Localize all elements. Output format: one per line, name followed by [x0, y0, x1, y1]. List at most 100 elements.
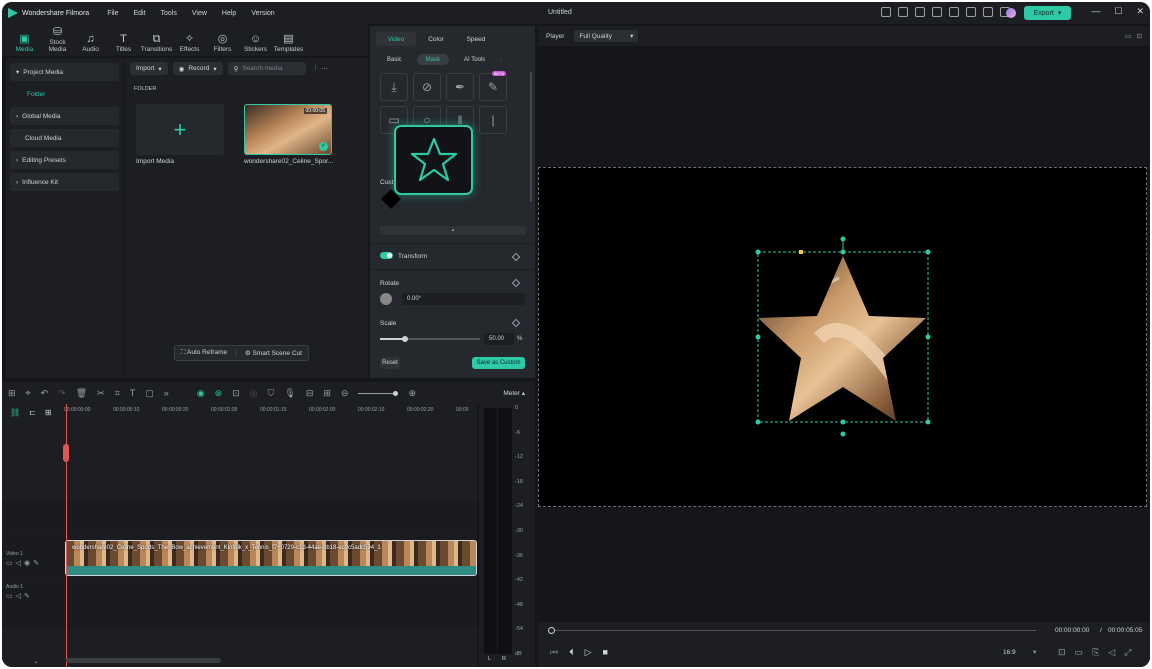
step-back-icon[interactable]: ⏮ — [550, 647, 558, 658]
sidebar-item-global-media[interactable]: › Global Media — [10, 107, 119, 125]
maximize-icon[interactable]: ☐ — [1114, 6, 1122, 17]
save-icon[interactable] — [949, 7, 959, 17]
progress-track[interactable] — [552, 630, 1036, 631]
filter-icon[interactable]: ⫶ — [315, 65, 317, 73]
scrollbar[interactable] — [530, 72, 532, 202]
gift-icon[interactable] — [881, 7, 891, 17]
feedback-icon[interactable] — [915, 7, 925, 17]
tab-templates[interactable]: ▤ Templates — [272, 33, 305, 56]
track-add-icon[interactable]: ⊏ — [29, 408, 36, 417]
record-voice-icon[interactable]: ▢ — [145, 388, 154, 399]
shield-icon[interactable]: ⛉ — [268, 388, 275, 399]
video-clip[interactable]: wondershare02_Celine_Sports_The_Bow_achi… — [65, 540, 477, 576]
link-icon[interactable]: ⊛ — [215, 388, 223, 399]
collapse-toggle[interactable]: ▴ — [380, 226, 526, 235]
mask-single-line[interactable]: | — [479, 106, 507, 134]
zoom-handle[interactable] — [393, 390, 399, 396]
rotate-dial[interactable] — [380, 293, 392, 305]
fullscreen-icon[interactable]: ⤢ — [1124, 647, 1131, 658]
media-clip-thumbnail[interactable]: 00:00:05 ✓ — [244, 104, 332, 155]
subtab-mask[interactable]: Mask — [416, 54, 450, 65]
keyframe-icon[interactable] — [511, 318, 521, 328]
scale-slider[interactable] — [380, 336, 480, 342]
menu-edit[interactable]: Edit — [133, 10, 145, 17]
close-icon[interactable]: ✕ — [1136, 6, 1144, 17]
preview-canvas[interactable] — [538, 167, 1147, 507]
anchor-handle[interactable] — [799, 250, 803, 254]
subtab-basic[interactable]: Basic — [378, 54, 411, 65]
display-icon[interactable]: ▭ — [1075, 647, 1084, 658]
playhead-marker[interactable] — [63, 444, 69, 462]
zoom-slider[interactable] — [358, 390, 399, 396]
camera-icon[interactable]: ⎘ — [1092, 647, 1099, 658]
tab-transitions[interactable]: ⧉ Transitions — [140, 33, 173, 56]
text-icon[interactable]: T — [130, 388, 136, 398]
tab-filters[interactable]: ◎ Filters — [206, 33, 239, 56]
zoom-out-icon[interactable]: ⊖ — [341, 388, 349, 399]
select-icon[interactable]: ⌖ — [26, 388, 31, 399]
volume-icon[interactable]: ◁ — [1108, 647, 1115, 658]
send-icon[interactable] — [898, 7, 908, 17]
tab-stock-media[interactable]: ⛁ Stock Media — [41, 26, 74, 56]
minimize-icon[interactable]: — — [1091, 6, 1100, 17]
mask-none[interactable]: ⊘ — [413, 73, 441, 101]
sidebar-item-editing-presets[interactable]: › Editing Presets — [10, 151, 119, 169]
smart-scene-cut-button[interactable]: ⚙ Smart Scene Cut — [245, 349, 302, 357]
aspect-ratio-select[interactable]: 16:9 — [1003, 649, 1016, 656]
marker-icon[interactable]: ⊞ — [45, 408, 52, 417]
slider-handle[interactable] — [402, 336, 408, 342]
tab-speed[interactable]: Speed — [456, 32, 496, 46]
support-icon[interactable] — [983, 7, 993, 17]
menu-help[interactable]: Help — [222, 10, 236, 17]
zoom-in-icon[interactable]: ⊕ — [408, 388, 416, 399]
cut-icon[interactable]: ✂ — [97, 388, 105, 399]
transform-toggle[interactable] — [380, 252, 393, 259]
tab-audio[interactable]: ♫ Audio — [74, 33, 107, 56]
meter-label[interactable]: Meter ▴ — [503, 389, 525, 397]
stabilize-icon[interactable]: ◎ — [250, 388, 258, 399]
menu-view[interactable]: View — [192, 10, 207, 17]
mic-icon[interactable]: 🎙 — [284, 388, 295, 399]
prev-frame-icon[interactable]: ⏴ — [569, 647, 574, 658]
mask-import[interactable]: ⤓ — [380, 73, 408, 101]
chevron-right-icon[interactable]: › — [500, 57, 502, 63]
layout-icon[interactable] — [932, 7, 942, 17]
link-icon[interactable]: ⛓ — [10, 408, 20, 417]
rotate-input[interactable]: 0.00° — [402, 293, 525, 305]
snapshot-icon[interactable]: ▭ ⊡ — [1125, 32, 1142, 40]
crop-icon[interactable]: ⌗ — [115, 388, 120, 399]
more-tools-icon[interactable]: » — [164, 388, 169, 398]
scale-input[interactable]: 50.00 — [484, 333, 514, 345]
avatar[interactable] — [1006, 8, 1016, 18]
auto-reframe-button[interactable]: ⛶ Auto Reframe — [181, 349, 227, 357]
sidebar-item-cloud-media[interactable]: Cloud Media — [10, 129, 119, 147]
play-icon[interactable]: ▷ — [585, 647, 592, 658]
mask-draw[interactable]: ✎ BETA — [479, 71, 507, 101]
cloud-icon[interactable] — [966, 7, 976, 17]
mask-pen[interactable]: ✒ — [446, 73, 474, 101]
timeline-scrollbar[interactable] — [66, 658, 221, 663]
more-icon[interactable]: ··· — [321, 65, 328, 72]
split-icon[interactable]: ⊟ — [306, 388, 314, 399]
mask-star-selected[interactable] — [394, 125, 473, 195]
tab-color[interactable]: Color — [416, 32, 456, 46]
progress-thumb[interactable] — [548, 627, 555, 634]
delete-icon[interactable]: 🗑 — [76, 388, 87, 399]
import-button[interactable]: Import ▾ — [130, 62, 168, 75]
keyframe-icon[interactable] — [511, 278, 521, 288]
export-button[interactable]: Export ▾ — [1024, 6, 1071, 20]
tab-effects[interactable]: ✧ Effects — [173, 33, 206, 56]
layout-icon[interactable]: ⊞ — [8, 388, 16, 399]
keyframe-icon[interactable] — [511, 252, 521, 262]
undo-icon[interactable]: ↶ — [41, 388, 49, 399]
stop-icon[interactable]: ■ — [603, 647, 608, 658]
tab-media[interactable]: ▣ Media — [8, 33, 41, 56]
audio-track-icons[interactable]: ▭◁✎ — [6, 592, 61, 600]
video-track-icons[interactable]: ▭◁◉✎ — [6, 559, 61, 567]
import-media-tile[interactable]: + — [136, 104, 224, 155]
tab-video[interactable]: Video — [376, 32, 416, 46]
menu-tools[interactable]: Tools — [161, 10, 177, 17]
fit-icon[interactable]: ⊞ — [323, 388, 331, 399]
tab-titles[interactable]: T Titles — [107, 33, 140, 56]
sidebar-item-folder[interactable]: Folder — [10, 85, 119, 103]
